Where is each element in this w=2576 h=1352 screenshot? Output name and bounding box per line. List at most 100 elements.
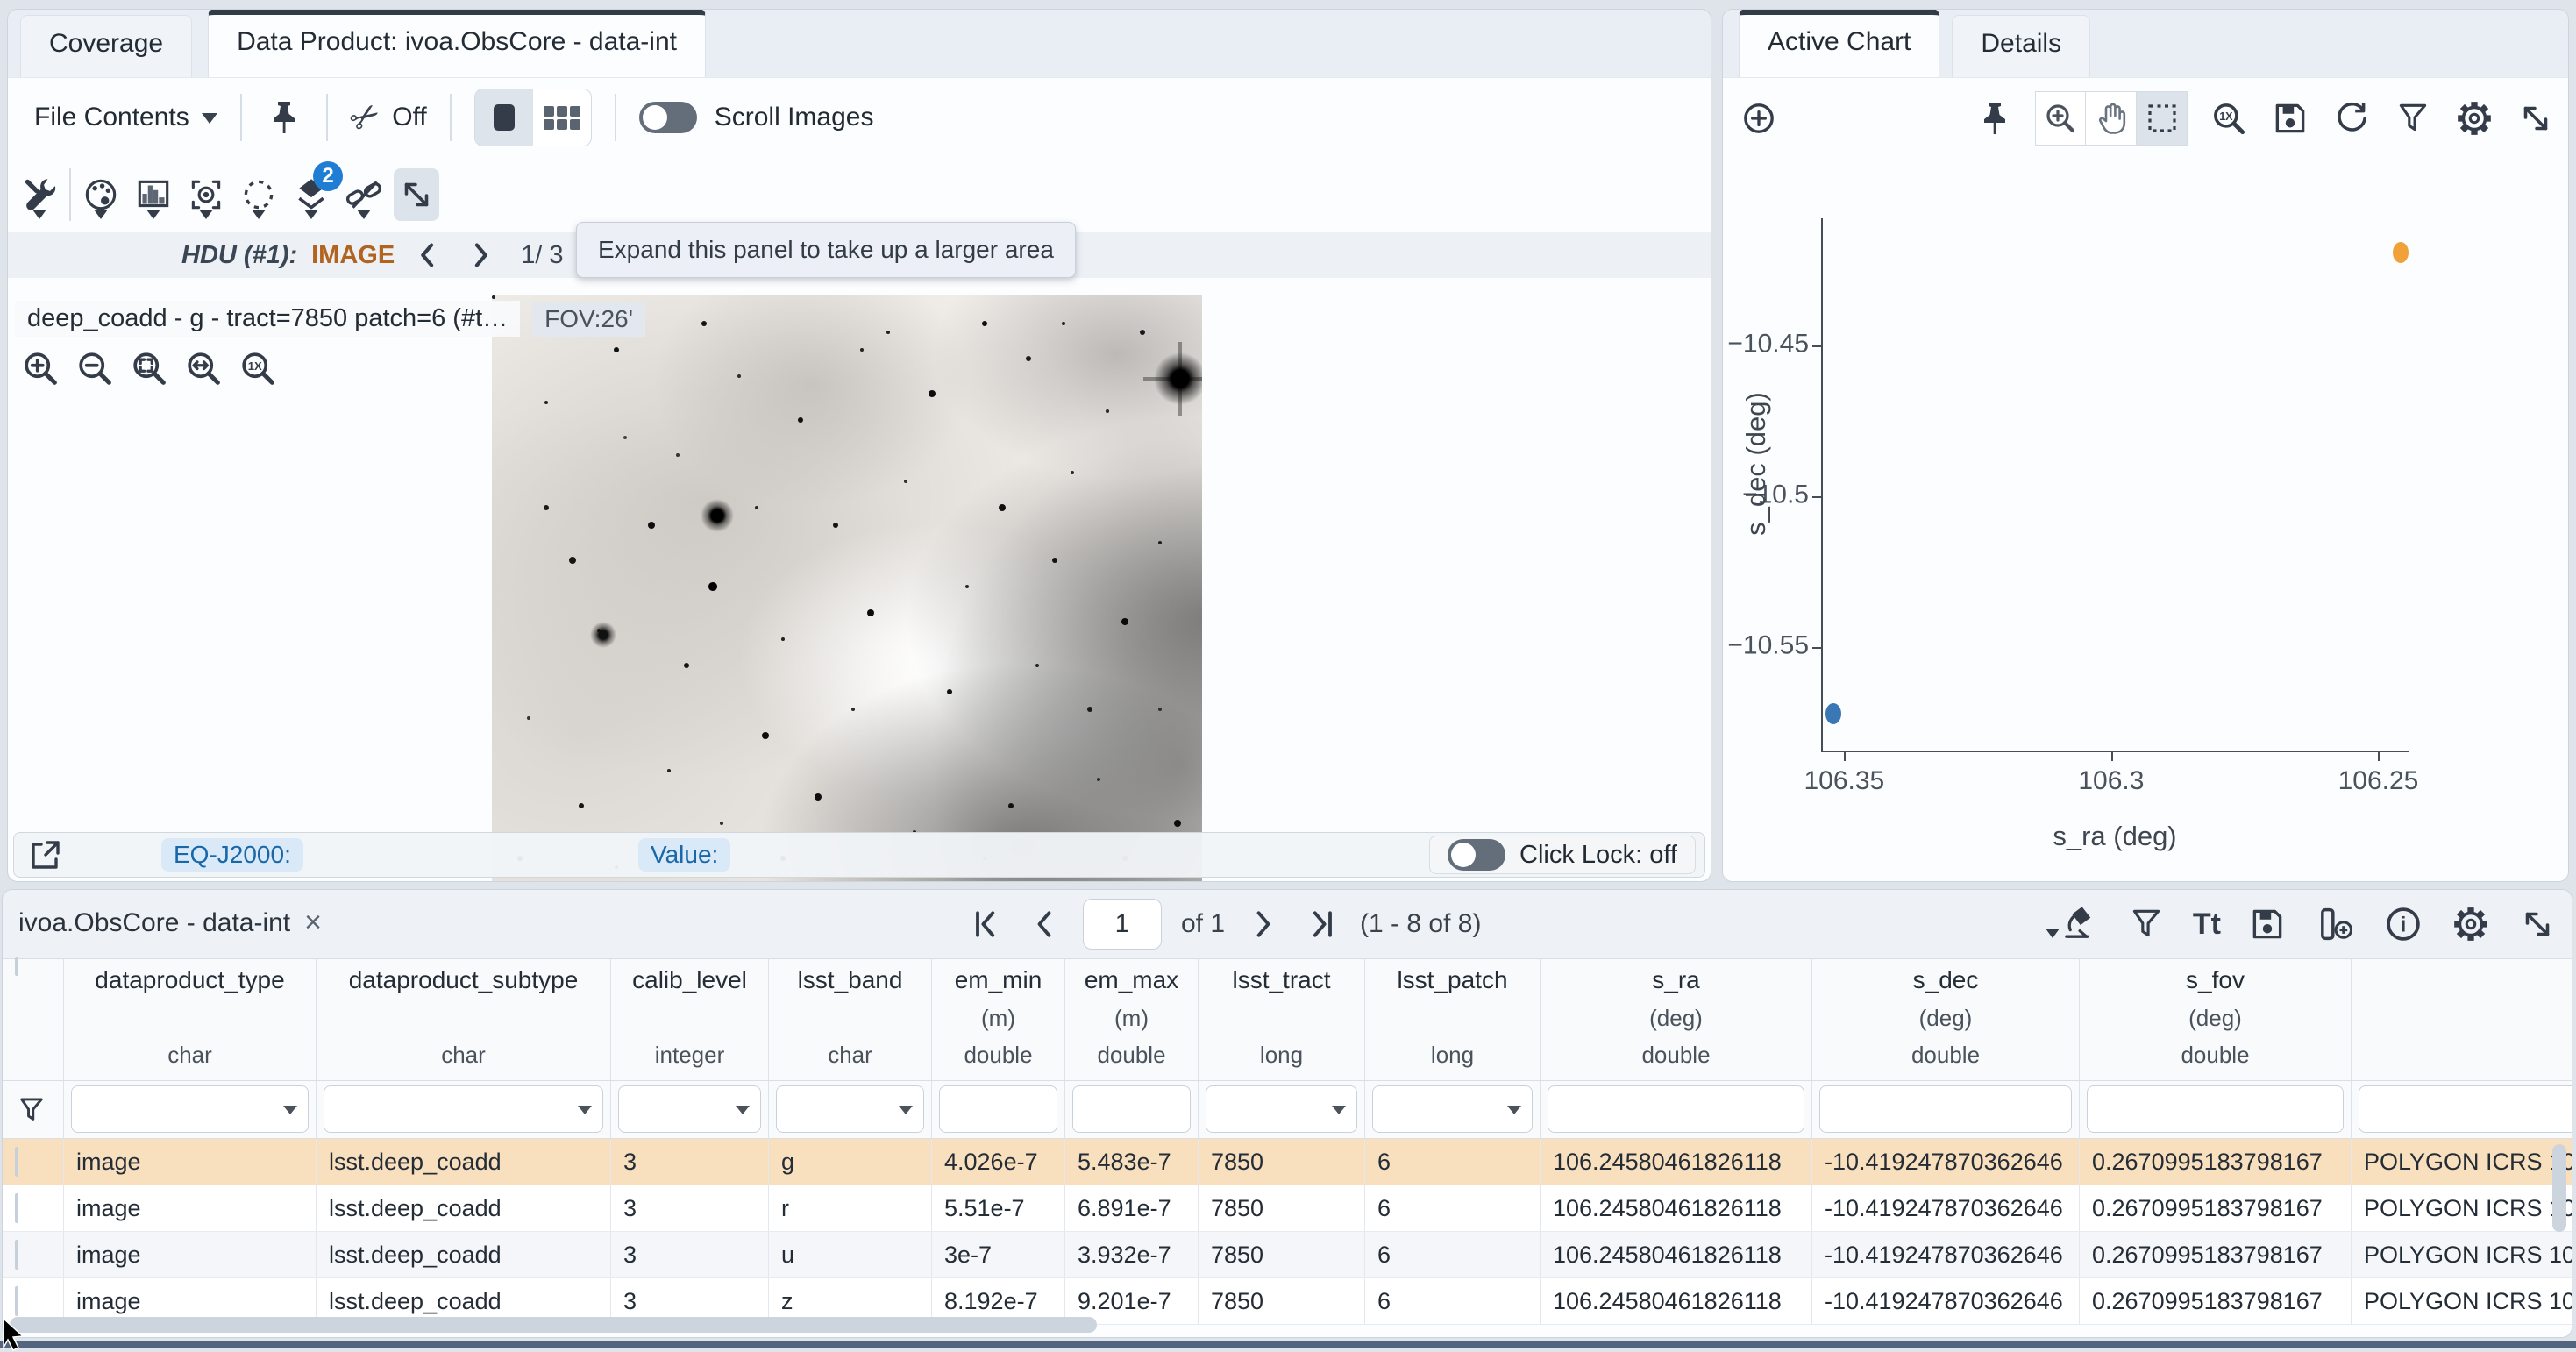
column-header-s_fov[interactable]: s_fov(deg)double [2080,959,2352,1080]
column-header-dataproduct_subtype[interactable]: dataproduct_subtypechar [317,959,611,1080]
close-icon[interactable]: × [304,906,322,940]
add-column-button[interactable] [2314,903,2356,945]
prev-page-button[interactable] [1025,905,1064,943]
click-lock-toggle[interactable] [1448,839,1505,871]
color-palette-button[interactable] [78,168,124,221]
table-cell[interactable]: -10.419247870362646 [1812,1185,2080,1231]
table-cell[interactable]: POLYGON ICRS 10 [2352,1185,2572,1231]
table-cell[interactable]: lsst.deep_coadd [317,1139,611,1185]
crop-toggle-button[interactable]: ✂ Off [351,97,427,138]
hdu-next-button[interactable] [461,236,500,274]
table-cell[interactable]: 7850 [1199,1185,1365,1231]
layers-button[interactable]: 2 [288,168,334,221]
table-cell[interactable]: 5.51e-7 [932,1185,1065,1231]
table-cell[interactable]: 3 [611,1185,769,1231]
row-checkbox[interactable] [15,1286,18,1316]
table-cell[interactable]: 7850 [1199,1232,1365,1277]
table-cell[interactable]: POLYGON ICRS 10 [2352,1278,2572,1324]
column-header-lsst_patch[interactable]: lsst_patchlong [1365,959,1541,1080]
column-header-s_re[interactable]: s_rech [2352,959,2572,1080]
table-save-button[interactable] [2247,904,2288,944]
table-cell[interactable]: POLYGON ICRS 10 [2352,1139,2572,1185]
table-cell[interactable]: 3 [611,1232,769,1277]
column-header-lsst_band[interactable]: lsst_bandchar [769,959,932,1080]
filter-input-s_ra[interactable] [1548,1085,1804,1133]
chart-restore-button[interactable] [2331,98,2372,139]
chart-point-table-points[interactable] [1825,703,1841,724]
table-cell[interactable]: 3 [611,1139,769,1185]
table-cell[interactable]: g [769,1139,932,1185]
filter-input-calib_level[interactable] [618,1085,761,1133]
filter-input-s_fov[interactable] [2087,1085,2344,1133]
next-page-button[interactable] [1244,905,1283,943]
table-row[interactable]: imagelsst.deep_coadd3r5.51e-76.891e-7785… [3,1185,2572,1232]
tab-coverage[interactable]: Coverage [20,15,192,77]
table-cell[interactable]: -10.419247870362646 [1812,1139,2080,1185]
grid-view-button[interactable] [533,89,591,146]
table-cell[interactable]: 106.24580461826118 [1541,1232,1812,1277]
file-contents-dropdown[interactable]: File Contents [34,103,217,132]
chart-pin-button[interactable] [1975,99,2014,138]
last-page-button[interactable] [1302,905,1341,943]
filter-input-s_dec[interactable] [1819,1085,2072,1133]
table-cell[interactable]: 6 [1365,1232,1541,1277]
table-cell[interactable]: 0.2670995183798167 [2080,1232,2352,1277]
chart-point-highlighted-row-point[interactable] [2393,242,2409,263]
chart-expand-button[interactable] [2516,98,2556,139]
filter-input-lsst_tract[interactable] [1206,1085,1357,1133]
table-tab[interactable]: ivoa.ObsCore - data-int × [18,906,322,940]
filter-input-lsst_patch[interactable] [1372,1085,1533,1133]
column-header-lsst_tract[interactable]: lsst_tractlong [1199,959,1365,1080]
table-cell[interactable]: 4.026e-7 [932,1139,1065,1185]
table-row[interactable]: imagelsst.deep_coadd3g4.026e-75.483e-778… [3,1139,2572,1185]
table-cell[interactable]: 3.932e-7 [1065,1232,1199,1277]
table-cell[interactable]: image [64,1139,317,1185]
chart-pan-button[interactable] [2086,91,2137,146]
table-cell[interactable]: 106.24580461826118 [1541,1139,1812,1185]
table-cell[interactable]: r [769,1185,932,1231]
table-cell[interactable]: 3e-7 [932,1232,1065,1277]
table-expand-button[interactable] [2517,904,2558,944]
table-cell[interactable]: 5.483e-7 [1065,1139,1199,1185]
table-cell[interactable]: 6 [1365,1185,1541,1231]
tab-details[interactable]: Details [1952,15,2090,77]
fits-image[interactable] [492,295,1202,882]
table-cell[interactable]: image [64,1185,317,1231]
table-cell[interactable]: lsst.deep_coadd [317,1232,611,1277]
column-header-s_ra[interactable]: s_ra(deg)double [1541,959,1812,1080]
chart-select-button[interactable] [2137,91,2188,146]
zoom-1x-button[interactable]: 1X [236,346,280,390]
wcs-unlock-button[interactable] [341,168,387,221]
row-checkbox[interactable] [15,1147,18,1177]
table-cell[interactable]: lsst.deep_coadd [317,1185,611,1231]
table-cell[interactable]: 0.2670995183798167 [2080,1139,2352,1185]
table-cell[interactable]: 7850 [1199,1139,1365,1185]
expand-panel-button[interactable] [394,168,439,221]
table-row[interactable]: imagelsst.deep_coadd3u3e-73.932e-7785061… [3,1232,2572,1278]
table-inspect-button[interactable] [2058,903,2100,945]
column-header-s_dec[interactable]: s_dec(deg)double [1812,959,2080,1080]
table-cell[interactable]: -10.419247870362646 [1812,1232,2080,1277]
chart-save-button[interactable] [2270,98,2310,139]
filter-input-s_re[interactable] [2359,1085,2572,1133]
tab-data-product[interactable]: Data Product: ivoa.ObsCore - data-int [208,9,706,77]
table-cell[interactable]: 0.2670995183798167 [2080,1278,2352,1324]
tab-active-chart[interactable]: Active Chart [1739,9,1939,77]
recenter-button[interactable] [183,168,229,221]
stretch-histogram-button[interactable] [131,168,176,221]
filter-input-dataproduct_subtype[interactable] [324,1085,603,1133]
vertical-scrollbar[interactable] [2552,1144,2566,1232]
zoom-fit-button[interactable] [127,346,171,390]
add-chart-button[interactable] [1739,98,1779,139]
select-region-button[interactable] [236,168,281,221]
chart-plot[interactable]: 106.35106.3106.25−10.45−10.5−10.55 [1821,218,2409,752]
table-cell[interactable]: 6.891e-7 [1065,1185,1199,1231]
table-cell[interactable]: 6 [1365,1139,1541,1185]
table-cell[interactable]: 106.24580461826118 [1541,1185,1812,1231]
chart-zoom-original-button[interactable]: 1X [2209,98,2249,139]
image-tools-button[interactable] [17,168,62,221]
table-cell[interactable]: u [769,1232,932,1277]
scroll-images-toggle[interactable] [639,102,697,133]
horizontal-scrollbar[interactable] [10,1317,1097,1333]
hdu-prev-button[interactable] [409,236,447,274]
